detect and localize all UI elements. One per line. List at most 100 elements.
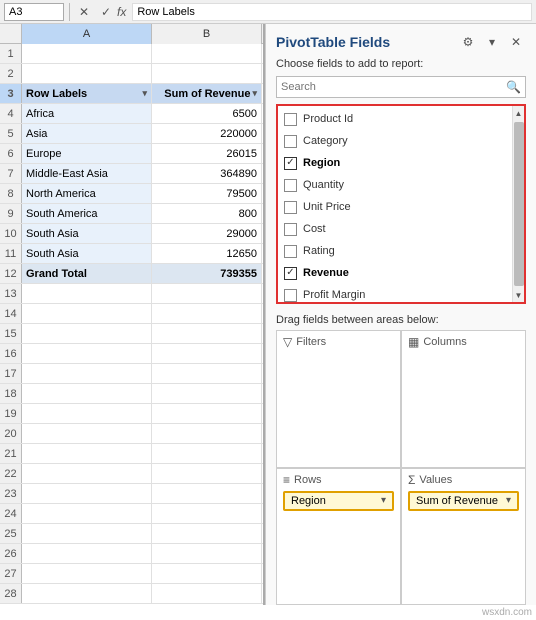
row-number[interactable]: 19	[0, 404, 22, 423]
row-number[interactable]: 4	[0, 104, 22, 123]
cell-b-24[interactable]	[152, 504, 262, 523]
columns-area[interactable]: ▦ Columns	[401, 330, 526, 468]
cell-b-9[interactable]: 800	[152, 204, 262, 223]
cell-b-28[interactable]	[152, 584, 262, 603]
rows-region-item[interactable]: Region ▾	[283, 491, 394, 511]
cell-a-10[interactable]: South Asia	[22, 224, 152, 243]
field-checkbox-unit_price[interactable]	[284, 201, 297, 214]
cell-b-13[interactable]	[152, 284, 262, 303]
cell-b-18[interactable]	[152, 384, 262, 403]
field-item-product_id[interactable]: Product Id	[278, 108, 524, 130]
cell-b-8[interactable]: 79500	[152, 184, 262, 203]
cell-b-23[interactable]	[152, 484, 262, 503]
row-number[interactable]: 1	[0, 44, 22, 63]
cell-b-12[interactable]: 739355	[152, 264, 262, 283]
cell-b-20[interactable]	[152, 424, 262, 443]
field-item-revenue[interactable]: Revenue	[278, 262, 524, 284]
cell-a-8[interactable]: North America	[22, 184, 152, 203]
row-number[interactable]: 13	[0, 284, 22, 303]
scrollbar-down[interactable]: ▼	[513, 288, 525, 302]
scrollbar-thumb[interactable]	[514, 122, 524, 286]
row-number[interactable]: 2	[0, 64, 22, 83]
field-item-category[interactable]: Category	[278, 130, 524, 152]
row-number[interactable]: 21	[0, 444, 22, 463]
row-number[interactable]: 14	[0, 304, 22, 323]
row-number[interactable]: 8	[0, 184, 22, 203]
cell-b-6[interactable]: 26015	[152, 144, 262, 163]
pivot-close-icon[interactable]: ✕	[506, 32, 526, 52]
row-number[interactable]: 25	[0, 524, 22, 543]
row-number[interactable]: 27	[0, 564, 22, 583]
row-number[interactable]: 5	[0, 124, 22, 143]
cell-a-24[interactable]	[22, 504, 152, 523]
field-item-quantity[interactable]: Quantity	[278, 174, 524, 196]
cell-b-1[interactable]	[152, 44, 262, 63]
row-number[interactable]: 18	[0, 384, 22, 403]
cell-b-11[interactable]: 12650	[152, 244, 262, 263]
cell-a-13[interactable]	[22, 284, 152, 303]
field-checkbox-region[interactable]	[284, 157, 297, 170]
row-number[interactable]: 9	[0, 204, 22, 223]
formula-input[interactable]	[132, 3, 532, 21]
cell-b-26[interactable]	[152, 544, 262, 563]
row-number[interactable]: 22	[0, 464, 22, 483]
cell-b-3[interactable]: Sum of Revenue▾	[152, 84, 262, 103]
field-checkbox-profit_margin[interactable]	[284, 289, 297, 302]
field-item-profit_margin[interactable]: Profit Margin	[278, 284, 524, 304]
row-number[interactable]: 10	[0, 224, 22, 243]
field-checkbox-rating[interactable]	[284, 245, 297, 258]
cell-a-20[interactable]	[22, 424, 152, 443]
cell-a-27[interactable]	[22, 564, 152, 583]
cell-a-22[interactable]	[22, 464, 152, 483]
pivot-dropdown-icon[interactable]: ▾	[482, 32, 502, 52]
cell-a-21[interactable]	[22, 444, 152, 463]
row-number[interactable]: 7	[0, 164, 22, 183]
field-checkbox-quantity[interactable]	[284, 179, 297, 192]
filters-area[interactable]: ▽ Filters	[276, 330, 401, 468]
field-checkbox-revenue[interactable]	[284, 267, 297, 280]
confirm-icon[interactable]: ✓	[97, 3, 115, 21]
cell-b-21[interactable]	[152, 444, 262, 463]
cell-a-17[interactable]	[22, 364, 152, 383]
cell-b-25[interactable]	[152, 524, 262, 543]
row-number[interactable]: 23	[0, 484, 22, 503]
pivot-search-input[interactable]	[281, 81, 506, 93]
values-area[interactable]: Σ Values Sum of Revenue ▾	[401, 468, 526, 606]
cell-a-2[interactable]	[22, 64, 152, 83]
cell-a-11[interactable]: South Asia	[22, 244, 152, 263]
cell-b-17[interactable]	[152, 364, 262, 383]
cell-a-28[interactable]	[22, 584, 152, 603]
cancel-icon[interactable]: ✕	[75, 3, 93, 21]
cell-a-19[interactable]	[22, 404, 152, 423]
cell-b-15[interactable]	[152, 324, 262, 343]
pivot-settings-icon[interactable]: ⚙	[458, 32, 478, 52]
row-number[interactable]: 16	[0, 344, 22, 363]
row-number[interactable]: 6	[0, 144, 22, 163]
field-checkbox-product_id[interactable]	[284, 113, 297, 126]
row-number[interactable]: 12	[0, 264, 22, 283]
cell-a-6[interactable]: Europe	[22, 144, 152, 163]
cell-a-14[interactable]	[22, 304, 152, 323]
cell-a-3[interactable]: Row Labels▾	[22, 84, 152, 103]
field-item-rating[interactable]: Rating	[278, 240, 524, 262]
cell-b-10[interactable]: 29000	[152, 224, 262, 243]
field-item-cost[interactable]: Cost	[278, 218, 524, 240]
row-number[interactable]: 24	[0, 504, 22, 523]
row-number[interactable]: 17	[0, 364, 22, 383]
field-checkbox-category[interactable]	[284, 135, 297, 148]
row-number[interactable]: 28	[0, 584, 22, 603]
col-header-a[interactable]: A	[22, 24, 152, 44]
cell-a-16[interactable]	[22, 344, 152, 363]
cell-a-7[interactable]: Middle-East Asia	[22, 164, 152, 183]
cell-b-7[interactable]: 364890	[152, 164, 262, 183]
cell-b-19[interactable]	[152, 404, 262, 423]
cell-b-2[interactable]	[152, 64, 262, 83]
row-number[interactable]: 11	[0, 244, 22, 263]
cell-a-5[interactable]: Asia	[22, 124, 152, 143]
cell-a-12[interactable]: Grand Total	[22, 264, 152, 283]
cell-reference-box[interactable]: A3	[4, 3, 64, 21]
row-number[interactable]: 20	[0, 424, 22, 443]
field-checkbox-cost[interactable]	[284, 223, 297, 236]
cell-a-1[interactable]	[22, 44, 152, 63]
col-header-b[interactable]: B	[152, 24, 262, 44]
